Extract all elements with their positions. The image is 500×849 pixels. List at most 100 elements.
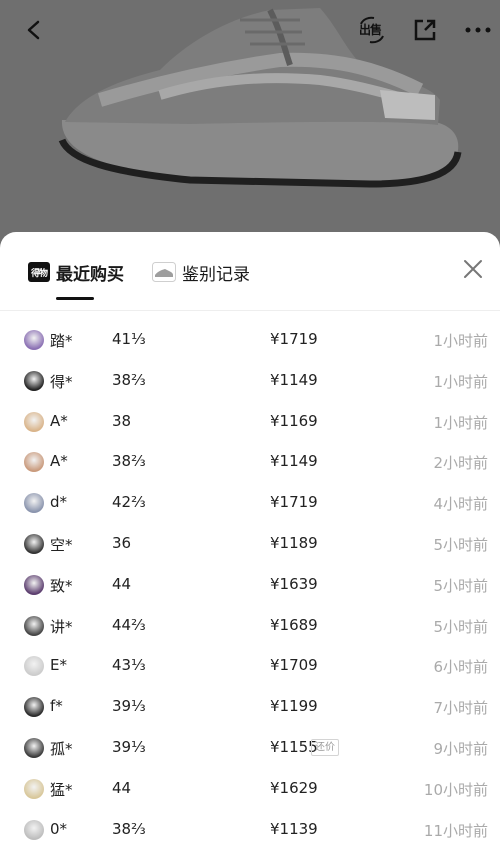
shoe-size: 39⅓	[112, 697, 146, 716]
avatar	[24, 819, 44, 840]
tab-recent-purchases[interactable]: 得物 最近购买	[28, 259, 124, 285]
shoe-size: 41⅓	[112, 330, 146, 348]
purchase-time: 5小时前	[433, 535, 488, 554]
price: ¥1629	[270, 778, 318, 797]
sell-label: 出售	[359, 23, 382, 37]
purchase-time: 5小时前	[433, 576, 488, 595]
buyer-name: A*	[50, 411, 68, 430]
chevron-left-icon	[27, 20, 40, 40]
share-external-icon	[414, 19, 436, 41]
avatar	[24, 452, 44, 473]
avatar	[24, 656, 44, 677]
avatar	[24, 737, 44, 758]
avatar	[24, 370, 44, 391]
header-divider	[0, 310, 500, 311]
shoe-size: 44⅔	[112, 615, 146, 634]
sheet-header: 得物 最近购买 鉴别记录	[0, 232, 500, 311]
purchase-row: 空* 36 ¥1189 5小时前	[0, 524, 500, 565]
avatar	[24, 411, 44, 432]
purchase-time: 6小时前	[433, 658, 488, 677]
purchase-row: f* 39⅓ ¥1199 7小时前	[0, 687, 500, 728]
purchase-row: d* 42⅔ ¥1719 4小时前	[0, 483, 500, 524]
purchase-time: 2小时前	[433, 454, 488, 473]
buyer-name: 0*	[50, 819, 68, 838]
purchase-time: 9小时前	[433, 739, 488, 758]
shoe-size: 44	[112, 778, 132, 797]
back-button[interactable]	[14, 10, 54, 50]
buyer-name: f*	[50, 697, 63, 716]
recent-purchases-sheet: 得物 最近购买 鉴别记录 踏* 41⅓ ¥1719 1小时前 得* 38⅔ ¥1149 1小时…	[0, 232, 500, 849]
avatar	[24, 330, 44, 350]
purchase-time: 1小时前	[433, 332, 488, 350]
shoe-size: 44	[112, 574, 132, 593]
price: ¥1719	[270, 493, 318, 512]
shoe-size: 39⅓	[112, 737, 146, 756]
purchase-time: 5小时前	[433, 617, 488, 636]
close-button[interactable]	[460, 256, 486, 282]
purchase-row: 致* 44 ¥1639 5小时前	[0, 565, 500, 606]
buyer-name: d*	[50, 493, 68, 512]
purchase-list: 踏* 41⅓ ¥1719 1小时前 得* 38⅔ ¥1149 1小时前 A* 38 ¥1169 1小时…	[0, 320, 500, 849]
price: ¥1149	[270, 370, 318, 389]
purchase-time: 11小时前	[423, 821, 488, 840]
close-icon	[464, 260, 482, 278]
shoe-size: 38	[112, 411, 132, 430]
price: ¥1139	[270, 819, 318, 838]
buyer-name: 猛*	[50, 780, 73, 799]
purchase-row: 猛* 44 ¥1629 10小时前	[0, 769, 500, 810]
purchase-row: 0* 38⅔ ¥1139 11小时前	[0, 810, 500, 849]
purchase-row: A* 38 ¥1169 1小时前	[0, 402, 500, 443]
avatar	[24, 574, 44, 595]
sneaker-thumbnail-icon	[152, 262, 176, 282]
shoe-size: 38⅔	[112, 370, 146, 389]
purchase-row: A* 38⅔ ¥1149 2小时前	[0, 442, 500, 483]
bargain-tag: 还价	[311, 738, 339, 756]
avatar	[24, 533, 44, 554]
avatar	[24, 697, 44, 718]
purchase-row: E* 43⅓ ¥1709 6小时前	[0, 646, 500, 687]
price: ¥1169	[270, 411, 318, 430]
purchase-time: 1小时前	[433, 372, 488, 391]
price: ¥1719	[270, 330, 318, 348]
purchase-time: 1小时前	[433, 413, 488, 432]
avatar	[24, 615, 44, 636]
shoe-size: 36	[112, 533, 132, 552]
purchase-time: 10小时前	[423, 780, 488, 799]
buyer-name: 孤*	[50, 739, 73, 758]
avatar	[24, 778, 44, 799]
product-preview: 出售	[0, 0, 500, 245]
purchase-time: 4小时前	[433, 495, 488, 514]
more-button[interactable]	[458, 10, 498, 50]
price: ¥1709	[270, 656, 318, 675]
purchase-row: 得* 38⅔ ¥1149 1小时前	[0, 361, 500, 402]
price: ¥1689	[270, 615, 318, 634]
shoe-size: 43⅓	[112, 656, 146, 675]
active-tab-indicator	[56, 297, 94, 300]
buyer-name: A*	[50, 452, 68, 471]
purchase-row: 踏* 41⅓ ¥1719 1小时前	[0, 320, 500, 361]
buyer-name: E*	[50, 656, 67, 675]
price: ¥1639	[270, 574, 318, 593]
sell-button[interactable]: 出售	[352, 10, 392, 50]
price: ¥1189	[270, 533, 318, 552]
buyer-name: 踏*	[50, 332, 73, 350]
buyer-name: 致*	[50, 576, 73, 595]
buyer-name: 讲*	[50, 617, 73, 636]
purchase-time: 7小时前	[433, 699, 488, 718]
shoe-size: 42⅔	[112, 493, 146, 512]
shoe-size: 38⅔	[112, 452, 146, 471]
buyer-name: 空*	[50, 535, 73, 554]
more-horizontal-icon	[465, 27, 491, 33]
purchase-row: 孤* 39⅓ ¥1155 还价 9小时前	[0, 728, 500, 769]
price: ¥1199	[270, 697, 318, 716]
tab-authentication-records[interactable]: 鉴别记录	[152, 259, 250, 285]
dewu-logo-icon: 得物	[28, 262, 50, 282]
share-button[interactable]	[405, 10, 445, 50]
price: ¥1149	[270, 452, 318, 471]
tab-label: 鉴别记录	[182, 264, 250, 285]
tab-label: 最近购买	[56, 264, 124, 285]
purchase-row: 讲* 44⅔ ¥1689 5小时前	[0, 606, 500, 647]
avatar	[24, 493, 44, 514]
buyer-name: 得*	[50, 372, 73, 391]
shoe-size: 38⅔	[112, 819, 146, 838]
